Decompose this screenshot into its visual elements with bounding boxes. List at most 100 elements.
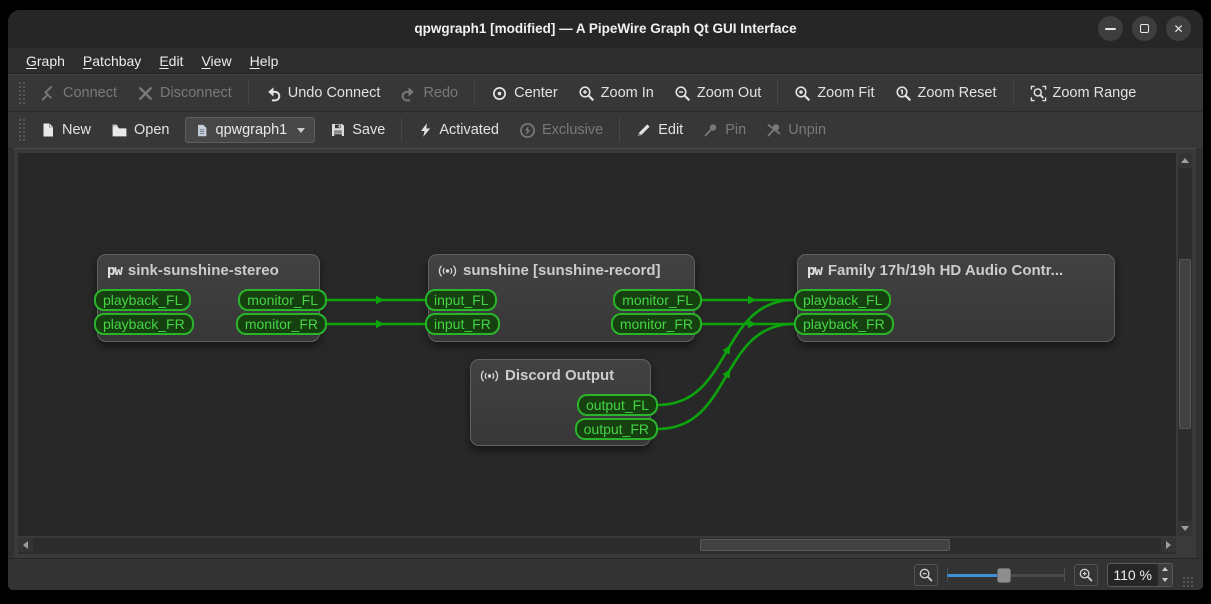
node-sunshine[interactable]: sunshine [sunshine-record] input_FLinput_…: [428, 254, 695, 342]
spin-down-button[interactable]: [1158, 575, 1172, 586]
port-playback_FL[interactable]: playback_FL: [94, 289, 191, 311]
exclusive-button[interactable]: Exclusive: [510, 116, 612, 144]
toolbar-separator: [619, 118, 620, 142]
minimize-button[interactable]: [1098, 16, 1123, 41]
resize-grip[interactable]: [1182, 576, 1193, 587]
disconnect-button[interactable]: Disconnect: [128, 79, 241, 107]
window-title: qpwgraph1 [modified] — A PipeWire Graph …: [8, 10, 1203, 48]
scroll-left-icon: [23, 541, 28, 549]
node-title-text: Discord Output: [505, 367, 614, 384]
edit-button[interactable]: Edit: [627, 116, 692, 144]
menubar: Graph Patchbay Edit View Help: [8, 48, 1203, 74]
zoom-out-icon: [918, 567, 934, 583]
node-title-text: sunshine [sunshine-record]: [463, 262, 661, 279]
port-playback_FL[interactable]: playback_FL: [794, 289, 891, 311]
port-input_FR[interactable]: input_FR: [425, 313, 500, 335]
open-folder-icon: [111, 122, 128, 139]
connect-button[interactable]: Connect: [31, 79, 126, 107]
zoom-in-icon: [578, 85, 595, 102]
port-monitor_FL[interactable]: monitor_FL: [238, 289, 327, 311]
zoom-slider[interactable]: [947, 564, 1065, 586]
unpin-button[interactable]: Unpin: [757, 116, 835, 144]
node-title-text: Family 17h/19h HD Audio Contr...: [828, 262, 1063, 279]
zoom-range-button[interactable]: Zoom Range: [1021, 79, 1146, 107]
canvas-frame: pwsink-sunshine-stereoplayback_FLplaybac…: [14, 148, 1196, 558]
zoom-in-button[interactable]: Zoom In: [569, 79, 663, 107]
node-discord[interactable]: Discord Outputoutput_FLoutput_FR: [470, 359, 651, 446]
wire-arrow-icon: [722, 367, 734, 379]
scrollbar-corner: [1176, 536, 1192, 554]
scroll-right-button[interactable]: [1161, 538, 1176, 552]
toolbar-drag-handle[interactable]: [18, 118, 25, 142]
spin-up-button[interactable]: [1158, 564, 1172, 575]
pin-icon: [703, 122, 719, 138]
save-button[interactable]: Save: [321, 116, 394, 144]
open-button[interactable]: Open: [102, 116, 178, 144]
scroll-left-button[interactable]: [18, 538, 33, 552]
zoom-fit-button[interactable]: Zoom Fit: [785, 79, 883, 107]
zoom-reset-icon: [895, 85, 912, 102]
wire-arrow-icon: [748, 296, 757, 304]
zoom-slider-fill: [947, 574, 1004, 577]
zoom-reset-button[interactable]: Zoom Reset: [886, 79, 1006, 107]
titlebar[interactable]: qpwgraph1 [modified] — A PipeWire Graph …: [8, 10, 1203, 48]
maximize-button[interactable]: [1132, 16, 1157, 41]
patchbay-selector[interactable]: qpwgraph1: [185, 117, 316, 143]
horizontal-scrollbar-thumb[interactable]: [700, 539, 950, 551]
port-output_FR[interactable]: output_FR: [575, 418, 658, 440]
menu-edit[interactable]: Edit: [150, 49, 192, 73]
menu-help[interactable]: Help: [241, 49, 288, 73]
port-monitor_FL[interactable]: monitor_FL: [613, 289, 702, 311]
port-monitor_FR[interactable]: monitor_FR: [611, 313, 702, 335]
zoom-range-icon: [1030, 85, 1047, 102]
toolbar-separator: [777, 81, 778, 105]
toolbar-separator: [401, 118, 402, 142]
center-button[interactable]: Center: [482, 79, 567, 107]
activated-button[interactable]: Activated: [409, 116, 508, 144]
node-family[interactable]: pwFamily 17h/19h HD Audio Contr... playba…: [797, 254, 1115, 342]
toolbar-separator: [1013, 81, 1014, 105]
scroll-down-button[interactable]: [1178, 521, 1192, 536]
scroll-up-button[interactable]: [1178, 153, 1192, 168]
wire-arrow-icon: [376, 296, 385, 304]
close-button[interactable]: ✕: [1166, 16, 1191, 41]
zoom-out-icon: [674, 85, 691, 102]
status-zoom-in-button[interactable]: [1074, 564, 1098, 586]
zoom-spinbox[interactable]: 110 %: [1107, 563, 1173, 587]
redo-button[interactable]: Redo: [391, 79, 467, 107]
vertical-scrollbar-thumb[interactable]: [1179, 259, 1191, 429]
port-playback_FR[interactable]: playback_FR: [94, 313, 194, 335]
menu-graph[interactable]: Graph: [17, 49, 74, 73]
exclusive-icon: [519, 122, 536, 139]
wire-arrow-icon: [376, 320, 385, 328]
port-monitor_FR[interactable]: monitor_FR: [236, 313, 327, 335]
new-button[interactable]: New: [31, 116, 100, 144]
toolbar-separator: [474, 81, 475, 105]
spin-up-icon: [1162, 567, 1168, 571]
horizontal-scrollbar[interactable]: [18, 538, 1176, 554]
wire-arrow-icon: [748, 320, 757, 328]
pipewire-icon: pw: [107, 263, 122, 279]
port-playback_FR[interactable]: playback_FR: [794, 313, 894, 335]
toolbar-drag-handle[interactable]: [18, 81, 25, 105]
app-window: qpwgraph1 [modified] — A PipeWire Graph …: [8, 10, 1203, 590]
node-title: pwFamily 17h/19h HD Audio Contr...: [798, 255, 1114, 279]
node-sink[interactable]: pwsink-sunshine-stereoplayback_FLplaybac…: [97, 254, 320, 342]
scroll-down-icon: [1181, 526, 1189, 531]
graph-canvas[interactable]: pwsink-sunshine-stereoplayback_FLplaybac…: [18, 153, 1176, 536]
menu-patchbay[interactable]: Patchbay: [74, 49, 150, 73]
zoom-slider-handle[interactable]: [997, 568, 1011, 583]
menu-view[interactable]: View: [192, 49, 240, 73]
patchbay-toolbar: New Open qpwgraph1 Save Activated Exclus…: [8, 111, 1203, 148]
connection-wires: [18, 153, 1176, 536]
patchbay-file-icon: [195, 123, 209, 138]
status-zoom-out-button[interactable]: [914, 564, 938, 586]
zoom-value[interactable]: 110 %: [1108, 564, 1157, 586]
port-input_FL[interactable]: input_FL: [425, 289, 497, 311]
vertical-scrollbar[interactable]: [1178, 153, 1192, 536]
port-output_FL[interactable]: output_FL: [577, 394, 658, 416]
pin-button[interactable]: Pin: [694, 116, 755, 144]
zoom-out-button[interactable]: Zoom Out: [665, 79, 770, 107]
center-icon: [491, 85, 508, 102]
undo-connect-button[interactable]: Undo Connect: [256, 79, 390, 107]
